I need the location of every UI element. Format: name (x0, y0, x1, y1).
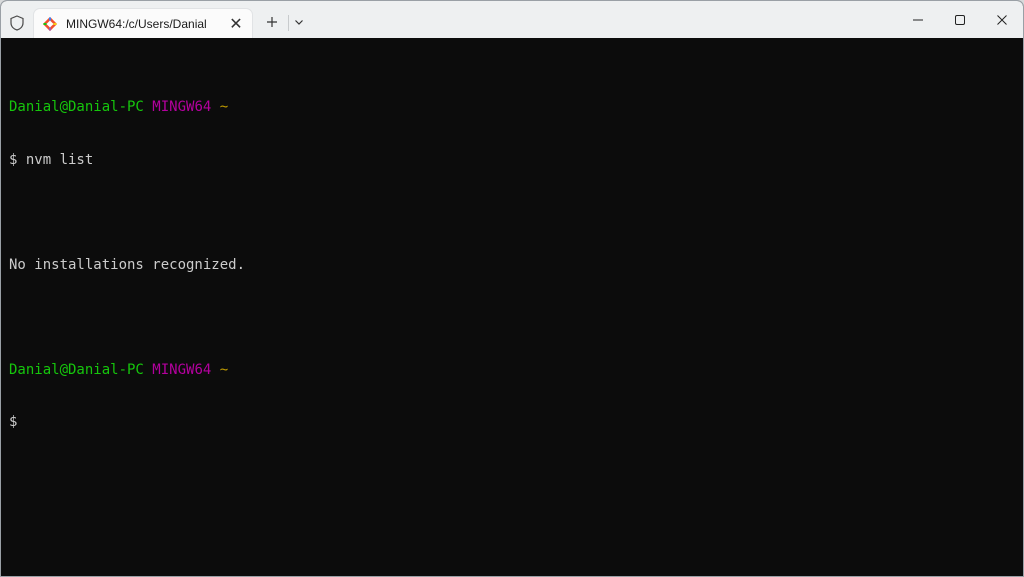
tab-separator (288, 15, 289, 31)
tab-title: MINGW64:/c/Users/Danial (66, 17, 207, 31)
shield-icon (9, 15, 25, 31)
tab-mingw64[interactable]: MINGW64:/c/Users/Danial ✕ (33, 8, 253, 39)
title-bar[interactable]: MINGW64:/c/Users/Danial ✕ (1, 1, 1023, 39)
minimize-icon[interactable] (895, 1, 941, 38)
command-line: $ nvm list (9, 151, 94, 168)
terminal-output[interactable]: Danial@Danial-PC MINGW64 ~ $ nvm list No… (1, 38, 1023, 576)
prompt-dir: ~ (219, 99, 229, 115)
close-window-icon[interactable] (979, 1, 1023, 38)
terminal-window: MINGW64:/c/Users/Danial ✕ Danial@Danial-… (0, 0, 1024, 577)
prompt-user-host: Danial@Danial-PC (9, 361, 144, 378)
prompt-env: MINGW64 (152, 99, 212, 115)
chevron-down-icon[interactable] (291, 14, 307, 30)
prompt-env: MINGW64 (152, 361, 212, 378)
active-prompt[interactable]: $ (9, 414, 1023, 432)
git-bash-icon (42, 16, 58, 32)
prompt-dir: ~ (219, 361, 229, 378)
command-output: No installations recognized. (9, 256, 246, 273)
prompt-line: Danial@Danial-PC MINGW64 ~ (9, 362, 1023, 380)
prompt-user-host: Danial@Danial-PC (9, 99, 144, 115)
plus-icon[interactable] (263, 13, 281, 31)
prompt-line: Danial@Danial-PC MINGW64 ~ (9, 99, 1023, 117)
maximize-icon[interactable] (937, 1, 983, 38)
close-icon[interactable]: ✕ (227, 15, 245, 33)
